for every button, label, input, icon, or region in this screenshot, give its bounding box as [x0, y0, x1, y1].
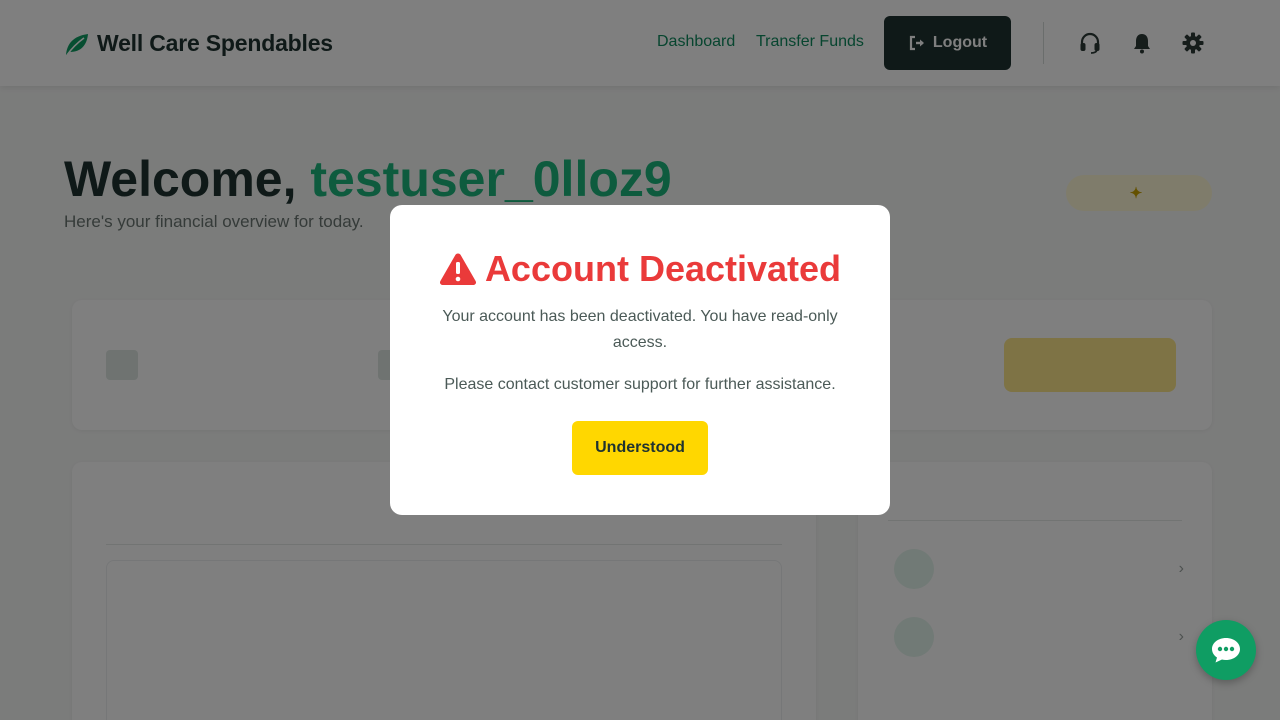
- modal-support-text: Please contact customer support for furt…: [444, 376, 836, 393]
- modal-message: Your account has been deactivated. You h…: [442, 308, 838, 351]
- modal-title: Account Deactivated: [390, 248, 890, 290]
- warning-triangle-icon: [439, 253, 476, 285]
- modal-title-text: Account Deactivated: [484, 248, 842, 289]
- chat-button[interactable]: [1196, 620, 1256, 680]
- chat-bubble-icon: [1212, 638, 1240, 663]
- understood-button[interactable]: Understood: [572, 421, 708, 475]
- deactivation-modal: Account Deactivated Your account has bee…: [390, 205, 890, 515]
